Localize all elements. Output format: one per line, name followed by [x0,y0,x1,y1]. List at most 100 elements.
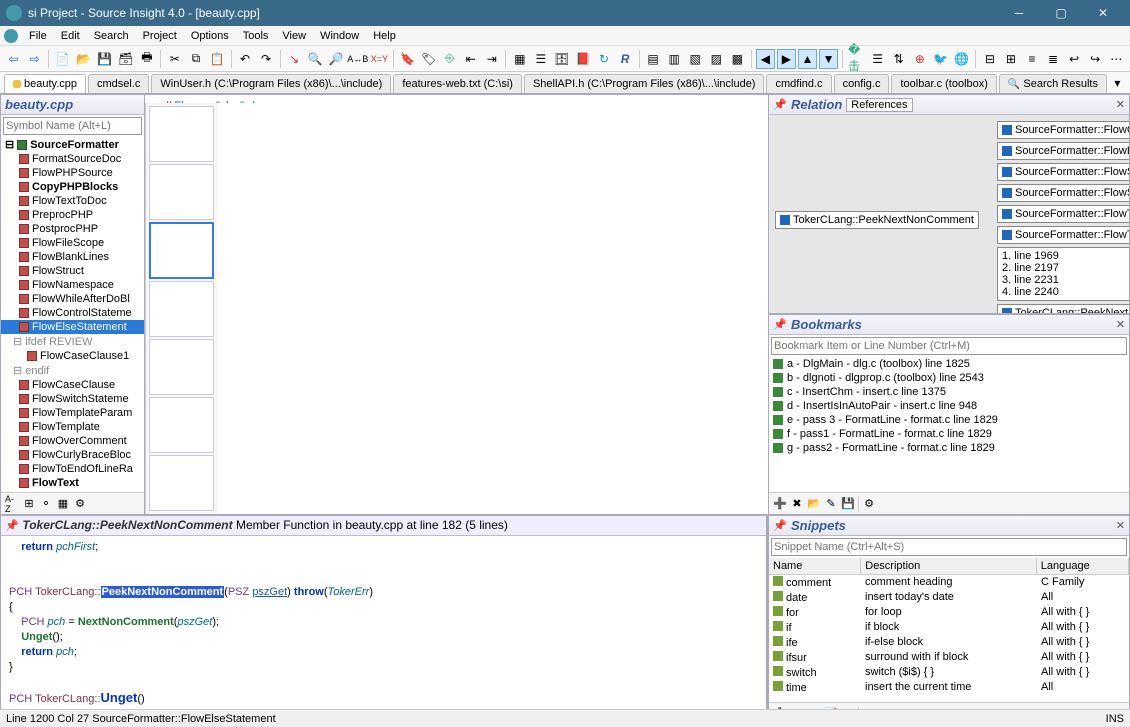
tree-item[interactable]: FlowTextToDoc [1,194,144,208]
snippets-close-button[interactable]: ✕ [1116,519,1125,532]
snip-pin-icon[interactable]: 📌 [773,519,787,533]
tree-item[interactable]: FlowFileScope [1,236,144,250]
tab[interactable]: features-web.txt (C:\si) [393,74,522,93]
relation-node[interactable]: SourceFormatter::FlowStruct [997,163,1130,181]
menu-edit[interactable]: Edit [54,28,87,44]
tree-item[interactable]: ⊟ ifdef REVIEW [1,334,144,349]
tree-item[interactable]: FlowToEndOfLineRa [1,462,144,476]
snippet-row[interactable]: dateinsert today's dateAll [769,590,1129,605]
ctx-pin-icon[interactable]: 📌 [5,519,19,533]
list-button[interactable]: ☰ [868,49,887,69]
bm-edit-button[interactable]: ✎ [824,497,838,511]
layout3-button[interactable]: ▧ [686,49,705,69]
tab[interactable]: cmdfind.c [766,74,831,93]
relation-node[interactable]: SourceFormatter::FlowTemplate [997,205,1130,223]
target-button[interactable]: ⊕ [910,49,929,69]
layout1-button[interactable]: ▤ [644,49,663,69]
relation-node[interactable]: SourceFormatter::FlowControlStatemen [997,121,1130,139]
overview-strip[interactable] [145,103,217,514]
print-button[interactable]: 🖶 [137,49,156,69]
tree-item[interactable]: FlowCaseClause [1,378,144,392]
code-editor[interactable]: // Flow an "else" clause FLAG SourceForm… [145,95,768,103]
minimize-button[interactable]: ─ [998,0,1040,26]
search-files-button[interactable]: 🔎 [327,49,346,69]
menu-search[interactable]: Search [87,28,136,44]
layout2-button[interactable]: ▥ [665,49,684,69]
new-file-button[interactable]: 📄 [53,49,72,69]
tab[interactable]: 🔍Search Results [999,74,1107,93]
context-code[interactable]: return pchFirst; PCH TokerCLang::PeekNex… [1,536,766,710]
regex-button[interactable]: X=Y [370,49,389,69]
ref-down-button[interactable]: ▼ [819,49,838,69]
tree-item[interactable]: PreprocPHP [1,208,144,222]
sort-button[interactable]: ⇅ [889,49,908,69]
relation-node[interactable]: SourceFormatter::FlowElseStatement [997,142,1130,160]
bookmark-icon[interactable]: 🔖 [398,49,417,69]
pin-icon[interactable]: 📌 [773,98,787,112]
symbol-search-input[interactable] [3,117,142,135]
tree-item[interactable]: FlowCurlyBraceBloc [1,448,144,462]
menu-window[interactable]: Window [313,28,366,44]
menu-project[interactable]: Project [136,28,184,44]
snippet-row[interactable]: switchswitch ($i$) { }All with { } [769,665,1129,680]
filter-button[interactable]: ⚬ [39,497,53,511]
snippet-row[interactable]: forfor loopAll with { } [769,605,1129,620]
replace-button[interactable]: A↔B [348,49,368,69]
bm-settings-button[interactable]: ⚙ [862,497,876,511]
relation-node[interactable]: SourceFormatter::FlowText [997,226,1130,244]
bm-add-button[interactable]: ➕ [773,497,787,511]
cut-button[interactable]: ✂ [165,49,184,69]
unfold-button[interactable]: ≣ [1044,49,1063,69]
tab[interactable]: beauty.cpp [4,74,86,93]
indent-left-button[interactable]: ⇤ [461,49,480,69]
bookmark-item[interactable]: b - dlgnoti - dlgprop.c (toolbox) line 2… [769,371,1129,385]
bird-icon[interactable]: 🐦 [931,49,950,69]
menu-tools[interactable]: Tools [236,28,276,44]
tree-item[interactable]: FlowOverComment [1,434,144,448]
tag-button[interactable]: 🏷 [419,49,438,69]
sync-button[interactable]: ↻ [594,49,613,69]
bm-open-button[interactable]: 📂 [807,497,821,511]
relation-node[interactable]: SourceFormatter::FlowSwitchStatement [997,184,1130,202]
indent-right-button[interactable]: ⇥ [482,49,501,69]
ref-back-button[interactable]: ◀ [756,49,775,69]
bookmark-pin-icon[interactable]: 📌 [773,318,787,332]
collapse-button[interactable]: ⊟ [980,49,999,69]
tab[interactable]: ShellAPI.h (C:\Program Files (x86)\...\i… [524,74,765,93]
copy-button[interactable]: ⧉ [186,49,205,69]
tree-item[interactable]: FlowText [1,476,144,490]
wrap2-button[interactable]: ↪ [1086,49,1105,69]
menu-view[interactable]: View [275,28,313,44]
more-fold-button[interactable]: ⋯ [1107,49,1126,69]
tree-item[interactable]: FlowControlStateme [1,306,144,320]
menu-help[interactable]: Help [366,28,403,44]
tree-root[interactable]: ⊟ SourceFormatter [1,137,144,152]
tree-item[interactable]: FlowCaseClause1 [1,349,144,363]
globe-icon[interactable]: 🌐 [952,49,971,69]
snippet-row[interactable]: ifeif-else blockAll with { } [769,635,1129,650]
bm-del-button[interactable]: ✖ [790,497,804,511]
snip-col[interactable]: Description [861,558,1037,574]
database-button[interactable]: 🗄 [552,49,571,69]
snippet-row[interactable]: commentcomment headingC Family [769,575,1129,590]
relation-close-button[interactable]: ✕ [1116,98,1125,111]
tree-button[interactable]: �击 [847,49,866,69]
tree-item[interactable]: FlowBlankLines [1,250,144,264]
bookmark-item[interactable]: d - InsertIsInAutoPair - insert.c line 9… [769,399,1129,413]
tree-item[interactable]: FlowStruct [1,264,144,278]
tree-item[interactable]: ⊟ endif [1,363,144,378]
bookmark-item[interactable]: g - pass2 - FormatLine - format.c line 1… [769,441,1129,455]
bookmark-search-input[interactable] [771,337,1127,355]
menu-file[interactable]: File [22,28,54,44]
tree-item[interactable]: FlowWhileAfterDoBl [1,292,144,306]
nav-back-button[interactable]: ⇦ [4,49,23,69]
snippet-row[interactable]: ifif blockAll with { } [769,620,1129,635]
grid-button[interactable]: ▦ [56,497,70,511]
relation-node[interactable]: TokerCLang::PeekNextNonComment [997,304,1130,314]
tree-item[interactable]: FlowSwitchStateme [1,392,144,406]
snip-col[interactable]: Language [1037,558,1129,574]
tree-item[interactable]: PostprocPHP [1,222,144,236]
tree-item[interactable]: FlowNamespace [1,278,144,292]
bookmark-item[interactable]: c - InsertChm - insert.c line 1375 [769,385,1129,399]
menu-options[interactable]: Options [184,28,236,44]
